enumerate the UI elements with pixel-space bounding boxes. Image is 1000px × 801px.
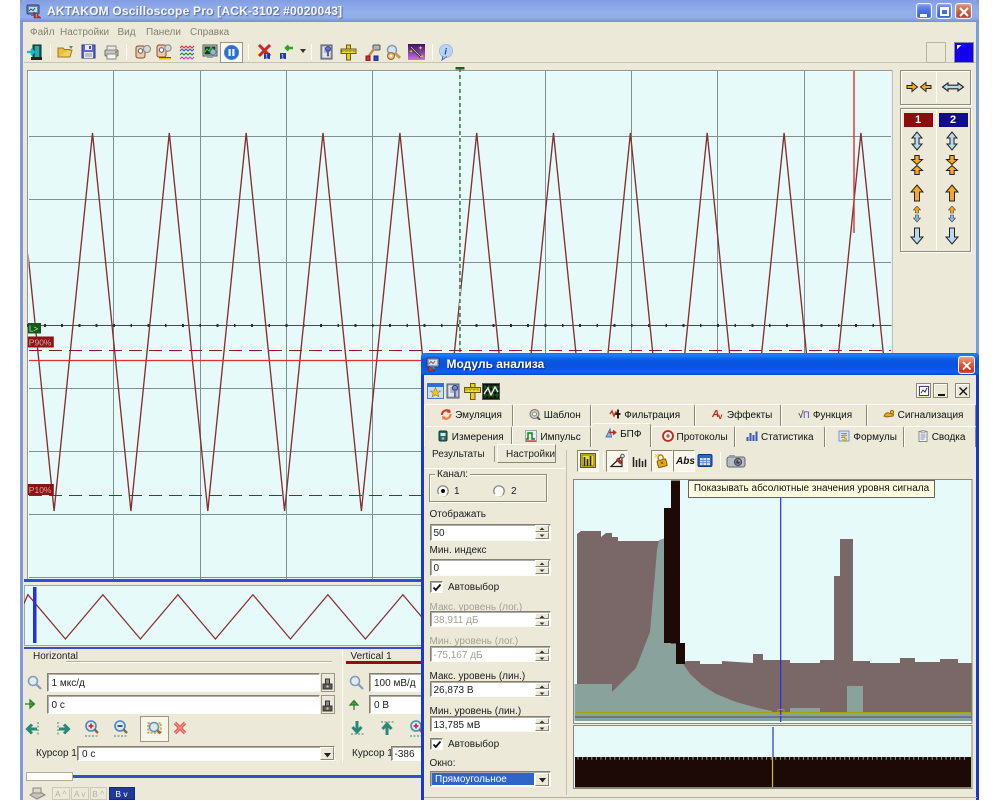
svg-text:✦: ✦ [420, 54, 424, 60]
svg-text:$: $ [842, 433, 847, 442]
svg-text:v: v [718, 412, 723, 420]
svg-text:!: ! [36, 14, 37, 19]
svg-text:Π: Π [803, 410, 810, 420]
svg-text:✦: ✦ [418, 45, 423, 52]
svg-text:✦: ✦ [409, 49, 413, 55]
svg-text:P10%: P10% [28, 485, 51, 495]
svg-text:P90%: P90% [28, 338, 51, 348]
svg-text:L>: L> [29, 325, 38, 334]
